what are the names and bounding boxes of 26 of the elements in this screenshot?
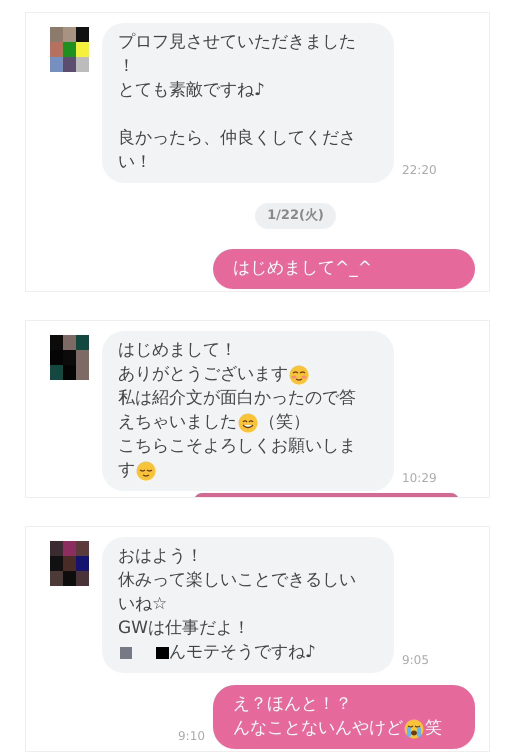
message-text: いね☆ <box>118 593 168 616</box>
message-text: ありがとうございます <box>118 363 288 386</box>
message-time: 9:05 <box>402 652 429 669</box>
message-text: 休みって楽しいことできるしい <box>118 569 356 592</box>
message-text: えちゃいました <box>118 411 237 434</box>
message-text: 笑 <box>425 717 442 740</box>
message-text: はじめまして^_^ <box>233 256 372 280</box>
message-text: んなことないんやけど <box>233 717 403 740</box>
message-text: GWは仕事だよ！ <box>118 617 250 640</box>
message-text: おはよう！ <box>118 545 203 568</box>
message-text: とても素敵ですね♪ <box>118 79 265 102</box>
message-text: え？ほんと！？ <box>233 693 352 716</box>
message-time: 9:10 <box>178 728 205 745</box>
message-text: はじめまして！ <box>118 339 237 362</box>
date-pill: 1/22(火) <box>255 203 336 228</box>
message-text: プロフ見させていただきました <box>118 31 356 54</box>
message-text: す <box>118 459 135 482</box>
message-time: 22:20 <box>402 162 437 179</box>
message-time: 10:29 <box>402 470 437 487</box>
message-text: ！ <box>118 55 135 78</box>
message-text: 私は紹介文が面白かったので答 <box>118 387 356 410</box>
message-text: こちらこそよろしくお願いしま <box>118 435 356 458</box>
message-text: んモテそうですね♪ <box>169 641 316 664</box>
message-text: 良かったら、仲良くしてくださ <box>118 127 356 150</box>
message-text: い！ <box>118 151 152 174</box>
message-text: （笑） <box>259 411 310 434</box>
